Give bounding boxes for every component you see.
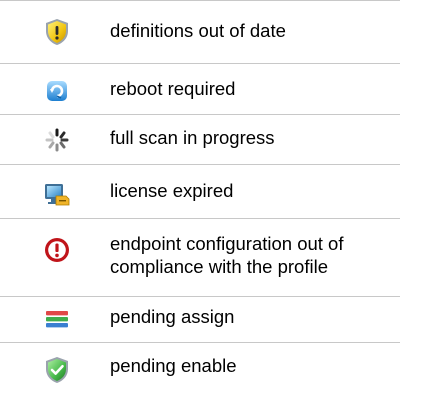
legend-row-pending-assign: pending assign: [0, 297, 400, 342]
legend-row-definitions-out-of-date: definitions out of date: [0, 1, 400, 53]
reboot-icon: [42, 76, 72, 106]
legend-label: definitions out of date: [110, 20, 286, 41]
check-shield-icon: [42, 355, 72, 385]
status-legend: definitions out of date reboot required: [0, 0, 440, 398]
legend-row-license-expired: license expired: [0, 165, 400, 218]
legend-row-endpoint-configuration-out-of-compliance: endpoint configuration out of compliance…: [0, 219, 400, 296]
legend-row-pending-enable: pending enable: [0, 343, 400, 397]
legend-row-reboot-required: reboot required: [0, 64, 400, 114]
legend-label: reboot required: [110, 78, 236, 99]
legend-label-line-1: endpoint configuration out of: [110, 233, 344, 254]
legend-label: full scan in progress: [110, 127, 275, 148]
legend-label: pending assign: [110, 306, 235, 327]
legend-label: pending enable: [110, 355, 237, 376]
legend-label: license expired: [110, 180, 234, 201]
legend-label-line-2: compliance with the profile: [110, 256, 328, 277]
pending-assign-icon: [42, 304, 72, 334]
license-expired-icon: [42, 179, 72, 209]
legend-row-full-scan-in-progress: full scan in progress: [0, 115, 400, 165]
warning-shield-icon: [42, 17, 72, 47]
spinner-icon: [42, 125, 72, 155]
error-circle-icon: [42, 235, 72, 265]
